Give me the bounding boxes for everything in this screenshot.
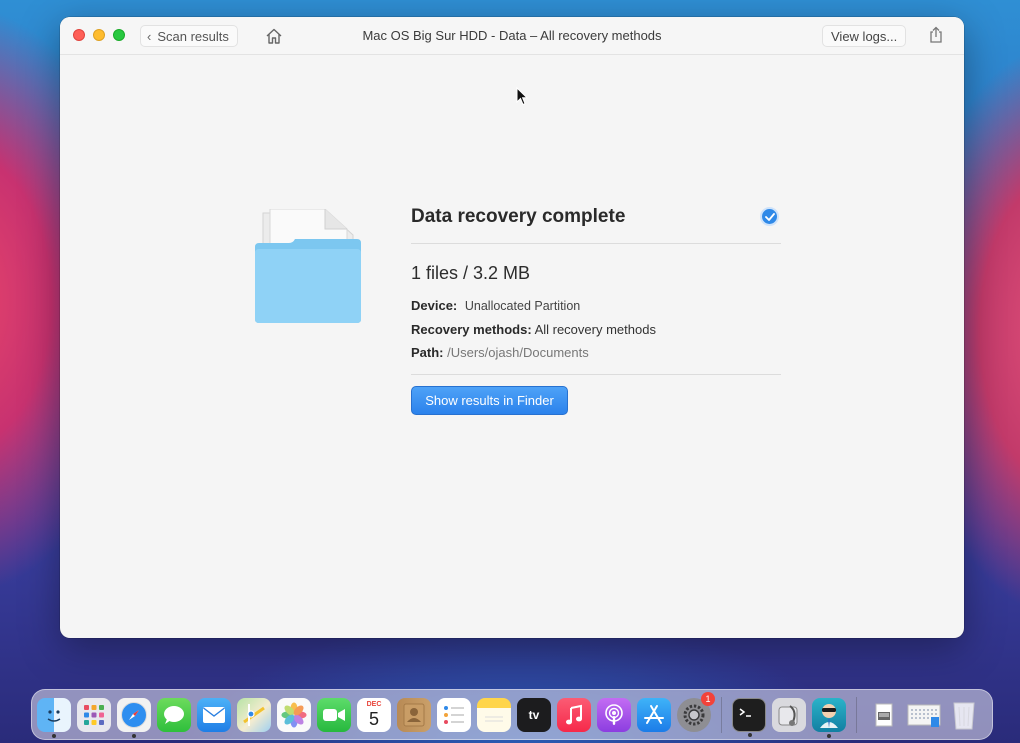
disk-drill-icon[interactable]: [812, 697, 846, 738]
device-row: Device: Unallocated Partition: [411, 296, 781, 316]
mail-icon[interactable]: [197, 697, 231, 732]
running-indicator: [748, 732, 752, 737]
recovery-methods-value: All recovery methods: [534, 322, 656, 337]
contacts-icon[interactable]: [397, 697, 431, 732]
running-indicator: [827, 733, 831, 738]
disk-utility-icon[interactable]: [772, 697, 806, 732]
app-store-icon[interactable]: [637, 697, 671, 732]
view-logs-button[interactable]: View logs...: [822, 25, 907, 47]
terminal-icon[interactable]: [732, 697, 766, 737]
dock-separator: [721, 696, 722, 733]
launchpad-icon[interactable]: [77, 697, 111, 732]
share-icon: [930, 26, 942, 43]
apple-tv-label: tv: [528, 707, 540, 722]
app-window: ‹ Scan results Mac OS Big Sur HDD - Data…: [60, 17, 964, 638]
maps-icon[interactable]: [237, 697, 271, 732]
calendar-icon[interactable]: DEC 5: [357, 697, 391, 732]
dock-separator: [856, 696, 857, 733]
device-label: Device:: [411, 298, 458, 313]
screenshots-stack-icon[interactable]: [907, 698, 941, 732]
checkmark-icon: [760, 207, 779, 226]
finder-icon[interactable]: [37, 697, 71, 738]
recovery-methods-row: Recovery methods: All recovery methods: [411, 320, 781, 339]
safari-icon[interactable]: [117, 697, 151, 738]
facetime-icon[interactable]: [317, 697, 351, 732]
divider: [411, 374, 781, 375]
podcasts-icon[interactable]: [597, 697, 631, 732]
calendar-month: DEC: [366, 700, 382, 708]
apple-tv-icon[interactable]: tv: [517, 697, 551, 732]
recovery-result-panel: Data recovery complete 1 files / 3.2 MB …: [411, 205, 781, 415]
calendar-day: 5: [368, 708, 379, 729]
mouse-pointer-icon: [516, 87, 528, 106]
divider: [411, 243, 781, 244]
system-preferences-icon[interactable]: 1: [677, 691, 715, 732]
path-label: Path:: [411, 345, 444, 360]
running-indicator: [52, 733, 56, 738]
music-icon[interactable]: [557, 697, 591, 732]
show-results-in-finder-button[interactable]: Show results in Finder: [411, 386, 568, 415]
reminders-icon[interactable]: [437, 697, 471, 732]
share-button[interactable]: [928, 26, 944, 44]
messages-icon[interactable]: [157, 697, 191, 732]
title-bar: ‹ Scan results Mac OS Big Sur HDD - Data…: [60, 17, 964, 55]
result-title: Data recovery complete: [411, 206, 626, 227]
path-value: /Users/ojash/Documents: [447, 345, 589, 360]
dock: DEC 5 tv 1: [31, 689, 993, 740]
notification-badge: 1: [701, 691, 715, 706]
device-value: Unallocated Partition: [464, 299, 581, 313]
notes-icon[interactable]: [477, 697, 511, 732]
running-indicator: [132, 733, 136, 738]
recovery-methods-label: Recovery methods:: [411, 322, 532, 337]
files-summary: 1 files / 3.2 MB: [411, 263, 531, 283]
path-row: Path: /Users/ojash/Documents: [411, 343, 781, 362]
recovered-folder-icon: [253, 208, 363, 325]
photos-icon[interactable]: [277, 697, 311, 732]
downloads-stack-icon[interactable]: [867, 698, 901, 732]
trash-icon[interactable]: [947, 698, 981, 732]
